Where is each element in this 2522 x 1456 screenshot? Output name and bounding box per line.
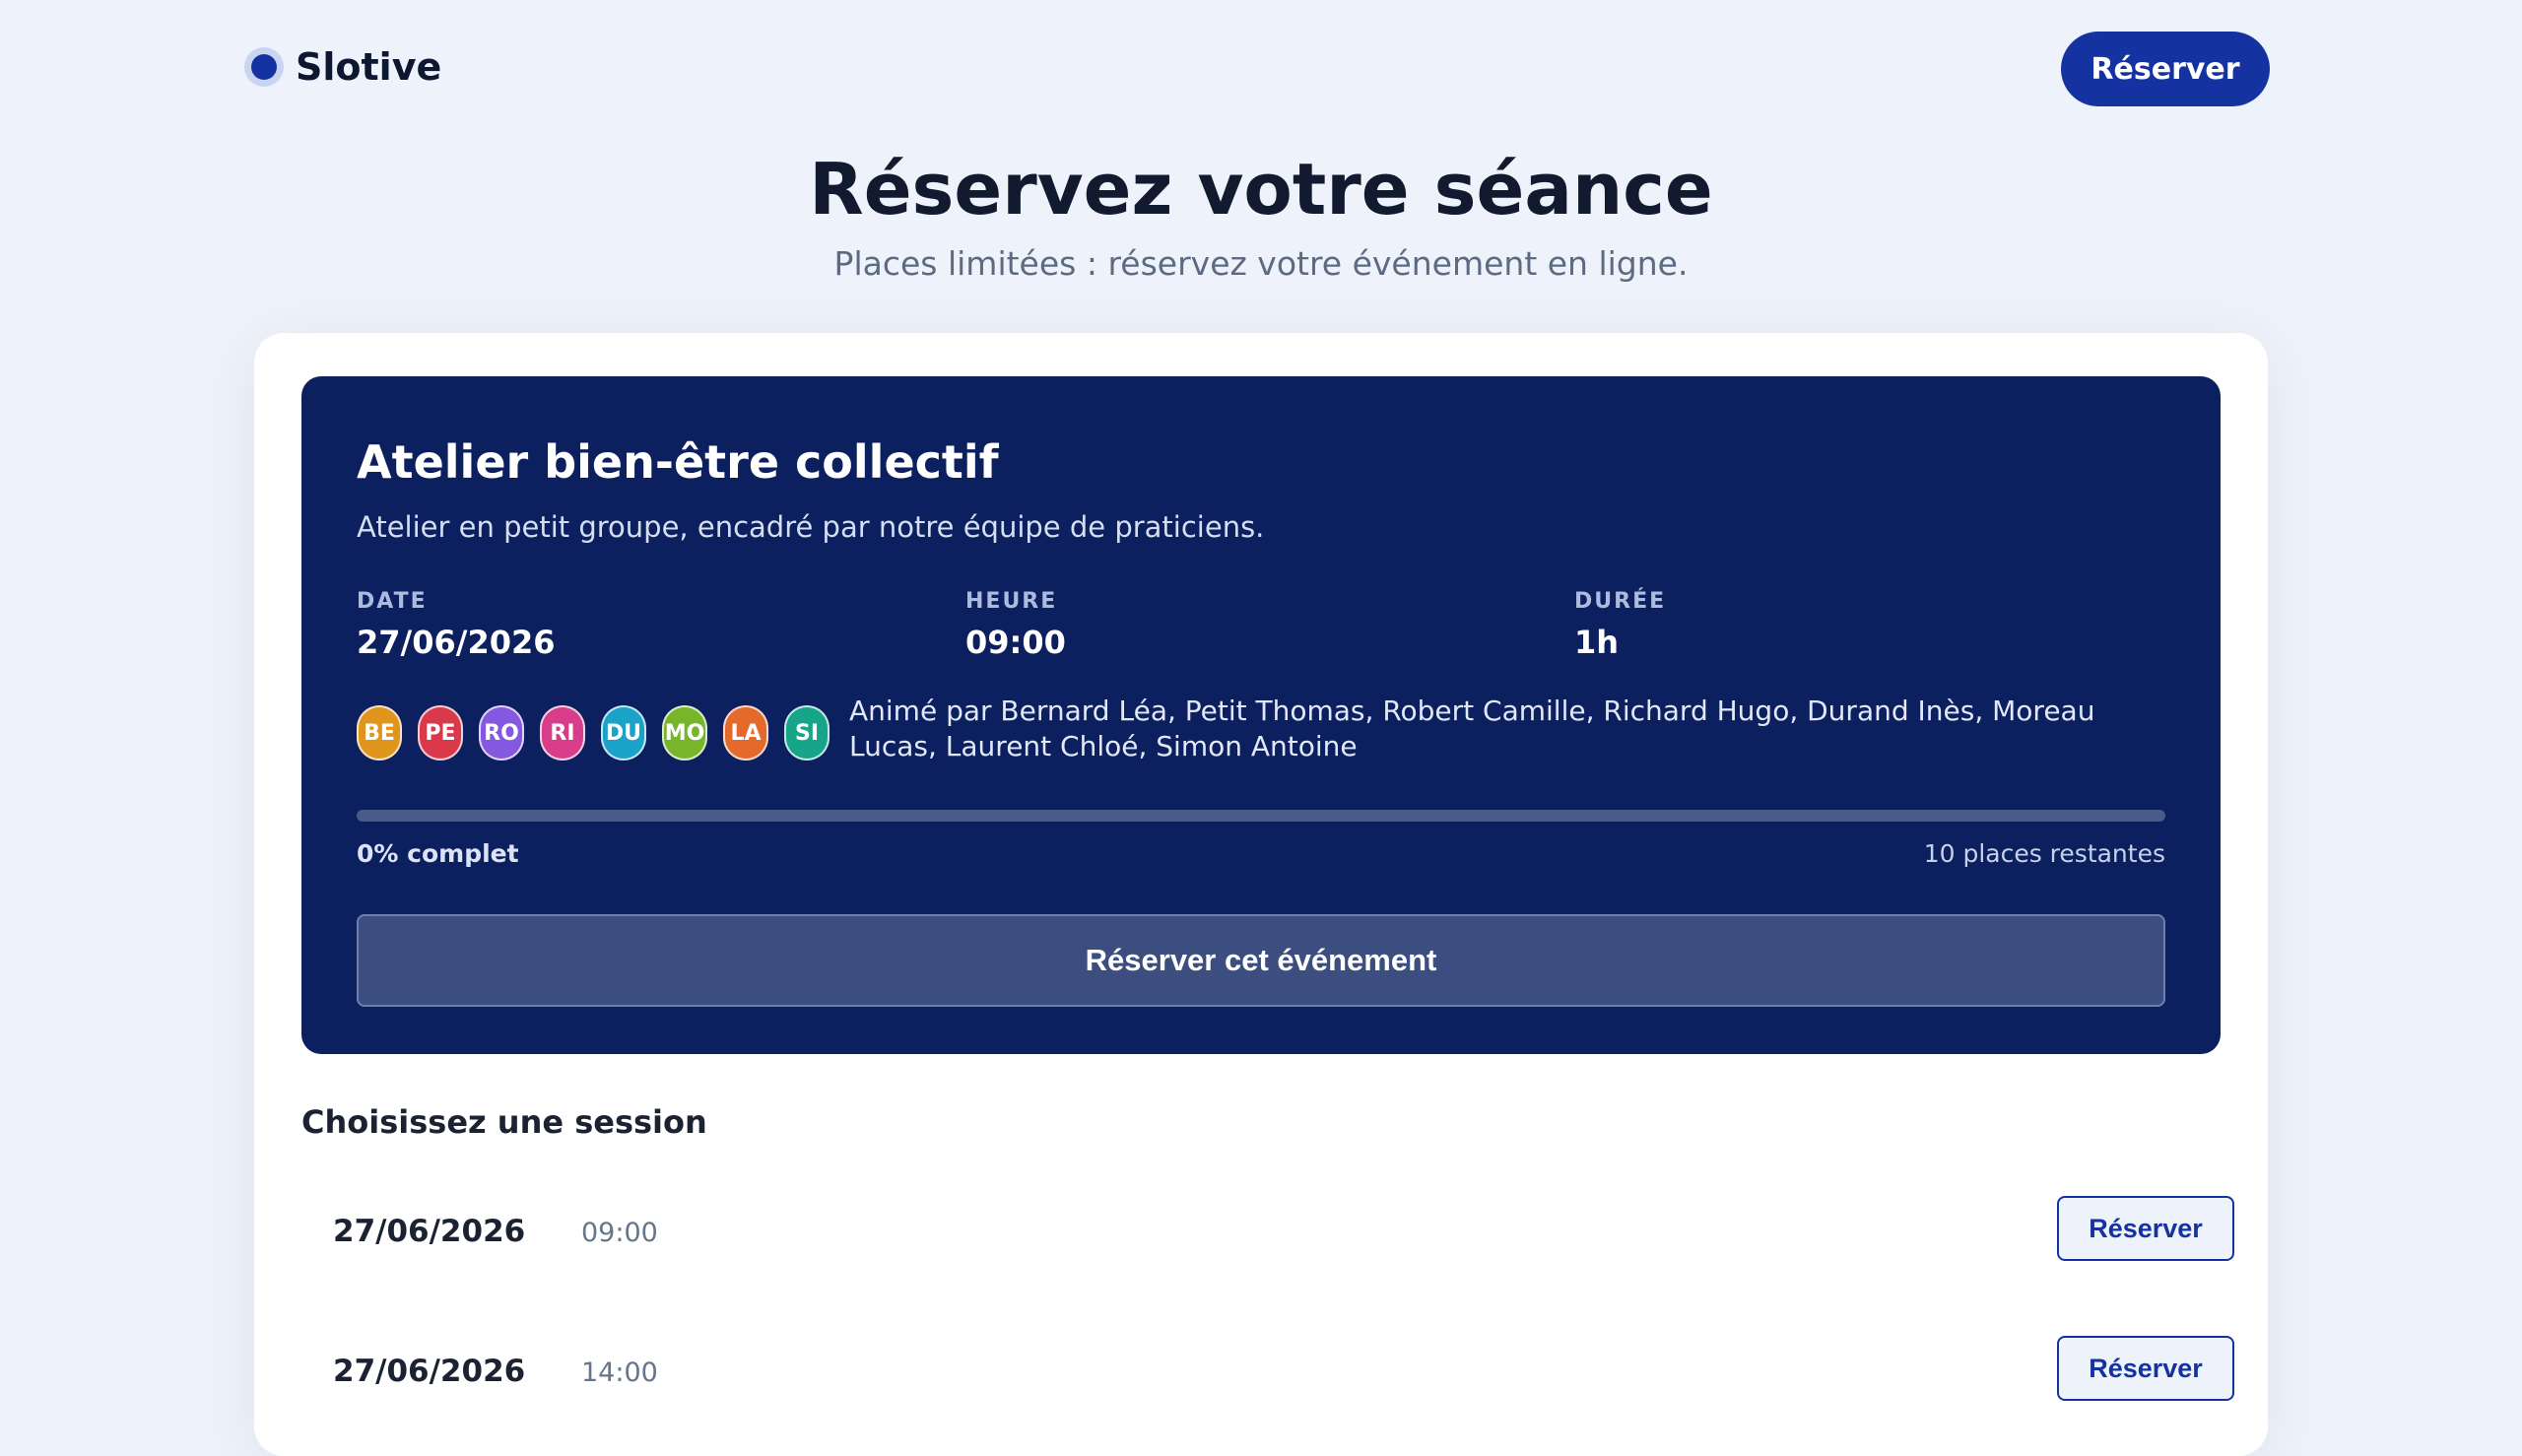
event-time: HEURE 09:00	[965, 589, 1066, 661]
page-subtitle: Places limitées : réservez votre événeme…	[833, 244, 1689, 283]
session-date: 27/06/2026	[333, 1354, 526, 1389]
event-card: Atelier bien-être collectif Atelier en p…	[301, 376, 2221, 1054]
avatar: SI	[784, 705, 830, 761]
avatar: BE	[357, 705, 402, 761]
capacity-progress-bar	[357, 810, 2165, 822]
session-row: 27/06/2026 09:00 Réserver	[301, 1176, 2234, 1294]
brand[interactable]: Slotive	[244, 45, 441, 89]
brand-logo-icon	[244, 47, 284, 87]
event-date-label: DATE	[357, 589, 428, 614]
avatar: DU	[601, 705, 646, 761]
page-title: Réservez votre séance	[809, 148, 1713, 231]
avatar: MO	[662, 705, 707, 761]
top-bar: Slotive Réserver	[0, 0, 2522, 138]
event-description: Atelier en petit groupe, encadré par not…	[357, 510, 1265, 544]
session-row: 27/06/2026 14:00 Réserver	[301, 1316, 2234, 1434]
sessions-title: Choisissez une session	[301, 1103, 707, 1141]
booking-panel: Atelier bien-être collectif Atelier en p…	[254, 333, 2268, 1456]
event-date: DATE 27/06/2026	[357, 589, 556, 661]
avatar: PE	[418, 705, 463, 761]
session-time: 14:00	[581, 1357, 658, 1388]
event-time-label: HEURE	[965, 589, 1058, 614]
hosts-text: Animé par Bernard Léa, Petit Thomas, Rob…	[849, 695, 2095, 762]
remaining-places-label: 10 places restantes	[1923, 839, 2165, 868]
event-time-value: 09:00	[965, 624, 1066, 661]
avatar: RO	[479, 705, 524, 761]
brand-name: Slotive	[296, 45, 442, 89]
header-reserve-button[interactable]: Réserver	[2061, 32, 2270, 106]
event-title: Atelier bien-être collectif	[357, 435, 999, 489]
progress-percent-label: 0% complet	[357, 839, 519, 868]
avatar: LA	[723, 705, 768, 761]
session-reserve-button[interactable]: Réserver	[2057, 1196, 2234, 1261]
host-avatars: BE PE RO RI DU MO LA SI	[357, 705, 837, 761]
session-time: 09:00	[581, 1218, 658, 1248]
event-duration: DURÉE 1h	[1574, 589, 1666, 661]
event-date-value: 27/06/2026	[357, 624, 556, 661]
session-reserve-button[interactable]: Réserver	[2057, 1336, 2234, 1401]
reserve-event-button[interactable]: Réserver cet événement	[357, 914, 2165, 1007]
avatar: RI	[540, 705, 585, 761]
event-duration-label: DURÉE	[1574, 589, 1667, 614]
session-date: 27/06/2026	[333, 1214, 526, 1249]
event-duration-value: 1h	[1574, 624, 1620, 661]
